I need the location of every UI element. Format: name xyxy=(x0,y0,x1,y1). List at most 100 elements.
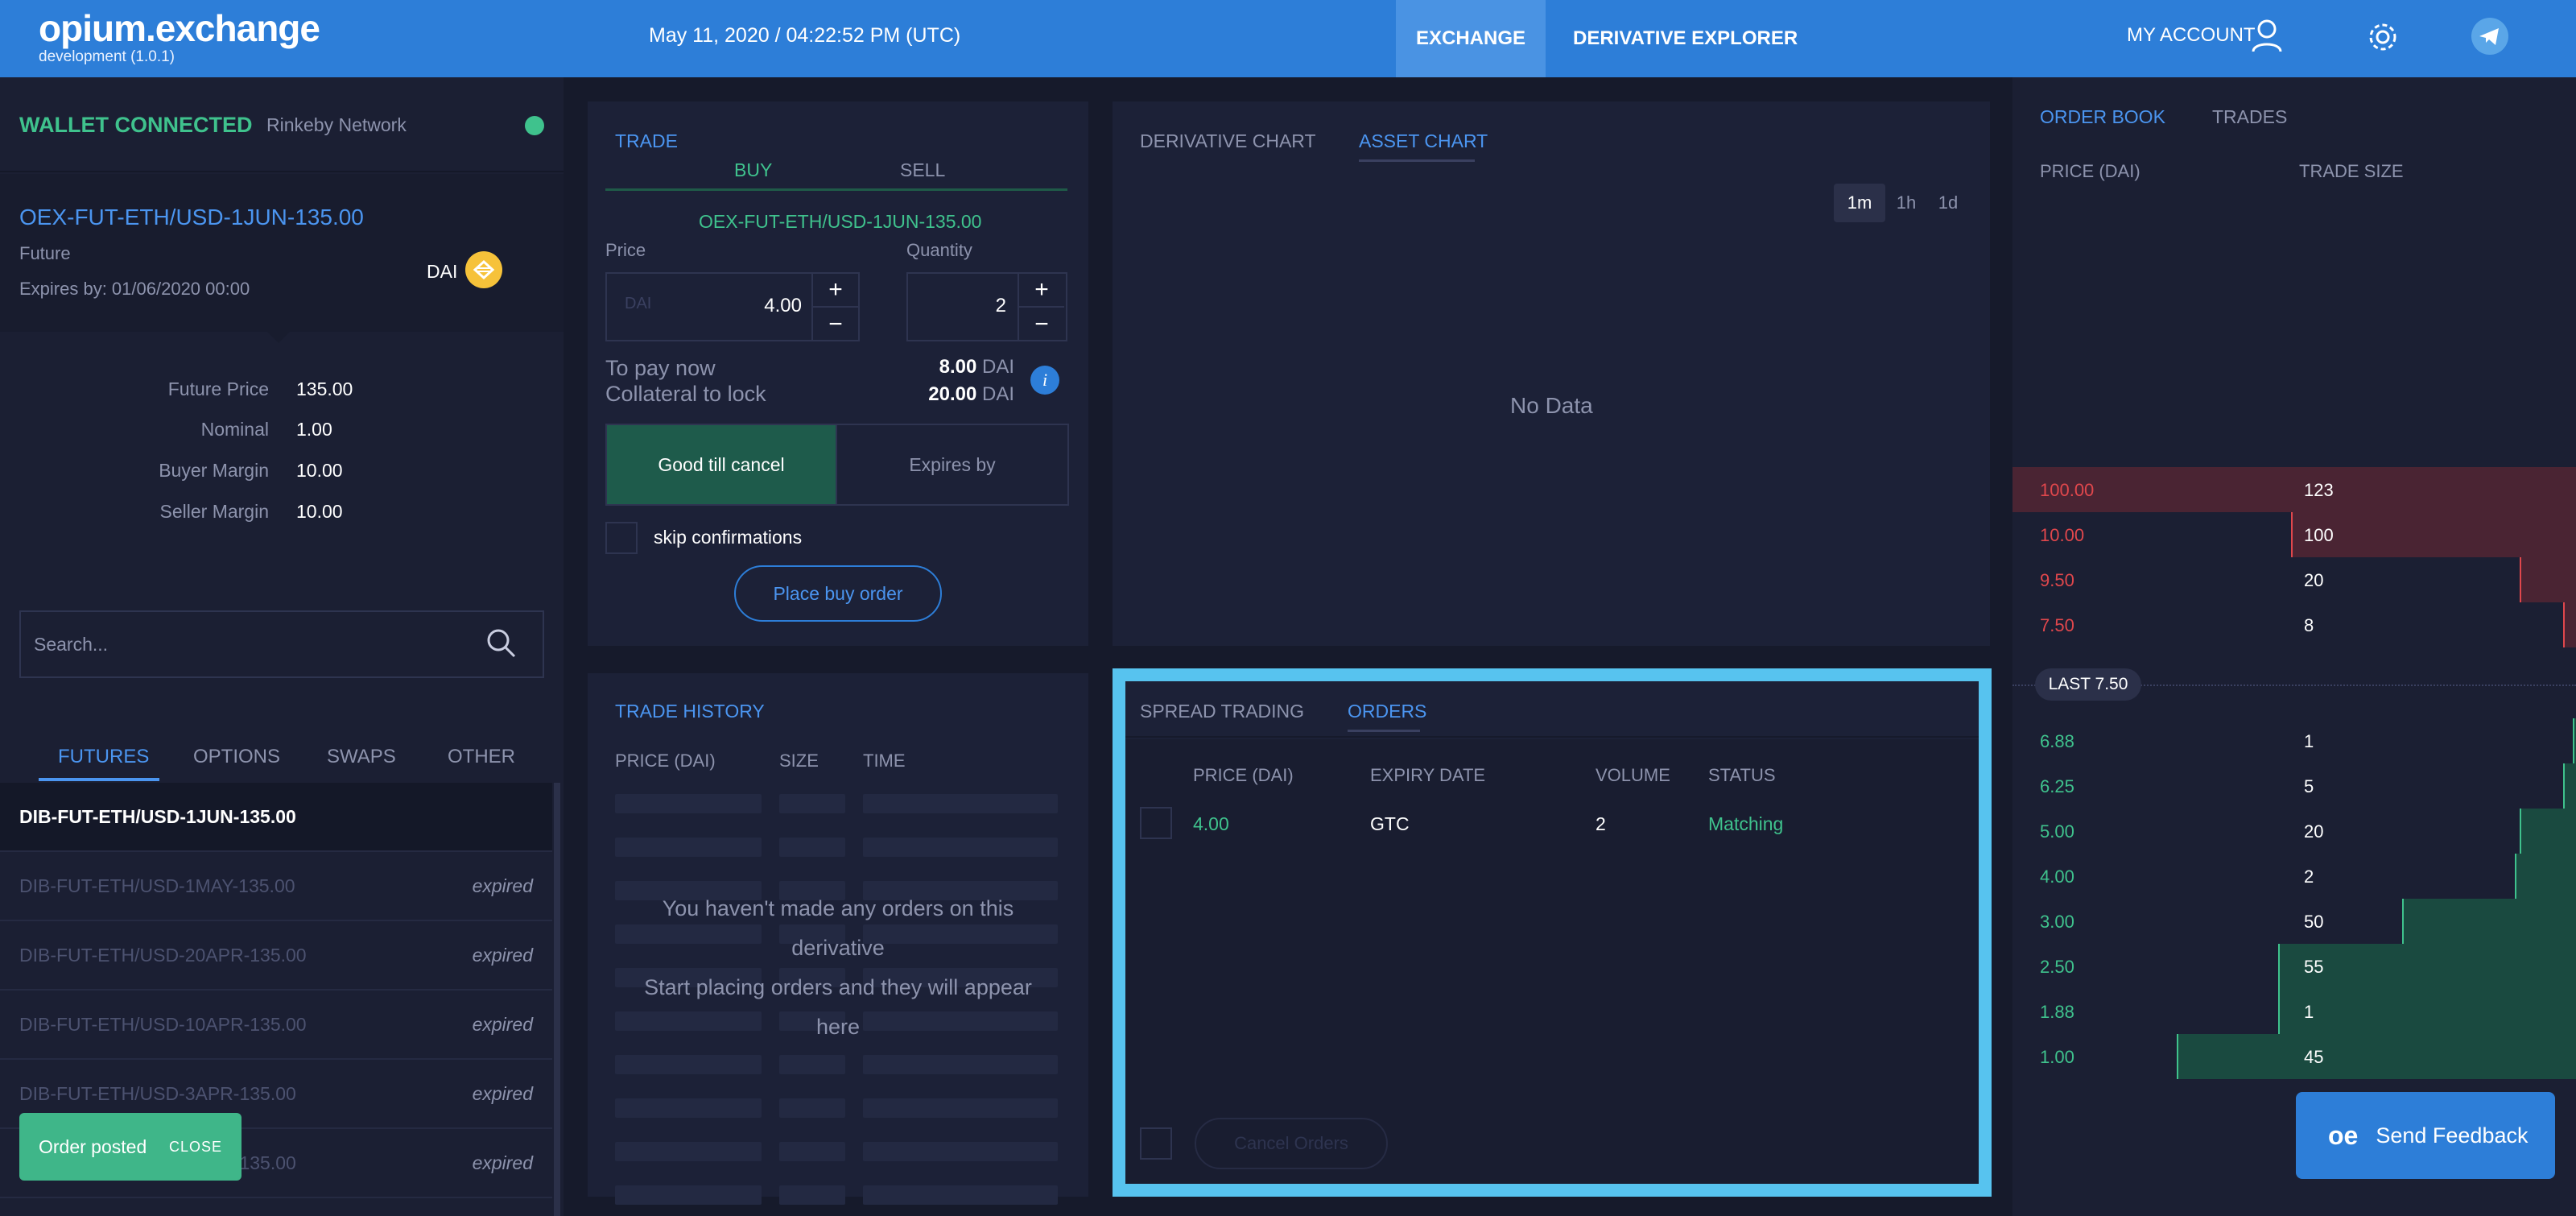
bid-row[interactable]: 1.88 1 xyxy=(2013,989,2576,1034)
last-price-badge: LAST 7.50 xyxy=(2035,668,2141,701)
tab-futures[interactable]: FUTURES xyxy=(58,746,149,768)
active-tab-indicator xyxy=(39,778,159,781)
ask-row[interactable]: 10.00 100 xyxy=(2013,512,2576,557)
buyer-margin-value: 10.00 xyxy=(296,460,343,481)
quantity-input[interactable] xyxy=(918,283,1006,329)
list-item[interactable]: DIB-FUT-ETH/USD-20APR-135.00 expired xyxy=(0,921,552,991)
ask-row[interactable]: 9.50 20 xyxy=(2013,557,2576,602)
history-skeleton-cell xyxy=(615,838,762,857)
bid-depth-bar xyxy=(2402,899,2576,944)
history-skeleton-cell xyxy=(615,794,762,813)
trade-derivative-name: OEX-FUT-ETH/USD-1JUN-135.00 xyxy=(699,211,982,232)
order-row-checkbox[interactable] xyxy=(1140,807,1172,839)
orders-col-volume: VOLUME xyxy=(1596,765,1670,785)
tab-buy[interactable]: BUY xyxy=(734,159,772,181)
quantity-decrement-button[interactable]: − xyxy=(1019,308,1064,341)
place-buy-order-button[interactable]: Place buy order xyxy=(734,565,942,622)
nav-derivative-explorer[interactable]: DERIVATIVE EXPLORER xyxy=(1573,0,1798,77)
tab-spread-trading[interactable]: SPREAD TRADING xyxy=(1140,701,1304,722)
dai-coin-icon xyxy=(465,251,502,288)
future-price-value: 135.00 xyxy=(296,378,353,399)
collateral-label: Collateral to lock xyxy=(605,382,766,406)
trade-tab-underline xyxy=(605,188,1067,191)
connection-status-dot xyxy=(525,116,544,135)
history-skeleton-cell xyxy=(779,1142,845,1161)
ask-depth-bar xyxy=(2291,512,2576,557)
list-scrollbar[interactable] xyxy=(554,783,560,1216)
tab-order-book[interactable]: ORDER BOOK xyxy=(2040,106,2165,128)
ask-row[interactable]: 100.00 123 xyxy=(2013,467,2576,512)
expires-by-button[interactable]: Expires by xyxy=(837,424,1069,506)
ask-row[interactable]: 7.50 8 xyxy=(2013,602,2576,647)
quantity-increment-button[interactable]: + xyxy=(1019,274,1064,308)
history-skeleton-cell xyxy=(615,1055,762,1074)
bid-row[interactable]: 5.00 20 xyxy=(2013,809,2576,854)
price-increment-button[interactable]: + xyxy=(813,274,858,308)
history-skeleton-cell xyxy=(779,1098,845,1118)
derivative-title[interactable]: OEX-FUT-ETH/USD-1JUN-135.00 xyxy=(19,205,364,230)
search-icon[interactable] xyxy=(485,627,517,659)
my-account-link[interactable]: MY ACCOUNT xyxy=(2127,24,2256,47)
history-skeleton-cell xyxy=(779,838,845,857)
toast-close-button[interactable]: CLOSE xyxy=(169,1139,222,1156)
bid-row[interactable]: 6.25 5 xyxy=(2013,763,2576,809)
ask-depth-bar xyxy=(2013,467,2576,512)
bid-row[interactable]: 3.00 50 xyxy=(2013,899,2576,944)
info-icon[interactable]: i xyxy=(1030,366,1059,395)
seller-margin-value: 10.00 xyxy=(296,501,343,522)
gear-icon[interactable] xyxy=(2367,21,2399,53)
currency-label: DAI xyxy=(427,261,458,282)
seller-margin-label: Seller Margin xyxy=(159,501,270,522)
toast-notification: Order posted CLOSE xyxy=(19,1113,242,1181)
select-all-checkbox[interactable] xyxy=(1140,1127,1172,1160)
tab-sell[interactable]: SELL xyxy=(900,159,945,181)
history-skeleton-cell xyxy=(863,794,1058,813)
bid-row[interactable]: 4.00 2 xyxy=(2013,854,2576,899)
tab-trades[interactable]: TRADES xyxy=(2212,106,2287,128)
history-skeleton-cell xyxy=(863,1185,1058,1205)
bid-row[interactable]: 2.50 55 xyxy=(2013,944,2576,989)
bid-row[interactable]: 6.88 1 xyxy=(2013,718,2576,763)
orders-col-status: STATUS xyxy=(1708,765,1776,785)
list-item[interactable]: DIB-FUT-ETH/USD-10APR-135.00 expired xyxy=(0,991,552,1060)
order-status: Matching xyxy=(1708,813,1784,834)
tab-asset-chart[interactable]: ASSET CHART xyxy=(1359,130,1488,152)
tab-orders[interactable]: ORDERS xyxy=(1348,701,1426,722)
price-input[interactable] xyxy=(620,283,802,329)
nominal-value: 1.00 xyxy=(296,419,332,440)
price-decrement-button[interactable]: − xyxy=(813,308,858,341)
nav-exchange[interactable]: EXCHANGE xyxy=(1396,0,1546,77)
history-skeleton-cell xyxy=(863,1055,1058,1074)
tab-options[interactable]: OPTIONS xyxy=(193,746,280,768)
tab-derivative-chart[interactable]: DERIVATIVE CHART xyxy=(1140,130,1316,152)
send-feedback-button[interactable]: oe Send Feedback xyxy=(2296,1092,2555,1179)
order-book-col-size: TRADE SIZE xyxy=(2299,161,2404,181)
derivative-type: Future xyxy=(19,243,71,263)
timeframe-1m[interactable]: 1m xyxy=(1834,184,1885,222)
telegram-icon[interactable] xyxy=(2471,18,2508,55)
card-pointer xyxy=(266,330,291,343)
tab-swaps[interactable]: SWAPS xyxy=(327,746,396,768)
send-feedback-label: Send Feedback xyxy=(2376,1123,2529,1148)
search-input[interactable] xyxy=(34,620,469,668)
price-stepper: + − xyxy=(813,272,860,341)
history-col-size: SIZE xyxy=(779,751,819,771)
user-icon[interactable] xyxy=(2251,18,2283,53)
good-till-cancel-button[interactable]: Good till cancel xyxy=(605,424,837,506)
history-skeleton-cell xyxy=(779,1185,845,1205)
history-skeleton-cell xyxy=(615,1185,762,1205)
logo[interactable]: opium.exchange xyxy=(39,6,320,50)
order-price: 4.00 xyxy=(1193,813,1229,834)
tab-other[interactable]: OTHER xyxy=(448,746,515,768)
orders-col-price: PRICE (DAI) xyxy=(1193,765,1294,785)
datetime: May 11, 2020 / 04:22:52 PM (UTC) xyxy=(649,24,961,47)
list-item[interactable]: DIB-FUT-ETH/USD-1MAY-135.00 expired xyxy=(0,852,552,921)
timeframe-1d[interactable]: 1d xyxy=(1930,184,1966,222)
timeframe-1h[interactable]: 1h xyxy=(1890,184,1922,222)
to-pay-label: To pay now xyxy=(605,356,716,380)
history-empty-message: You haven't made any orders on this deri… xyxy=(644,896,1032,1039)
list-item[interactable]: DIB-FUT-ETH/USD-1JUN-135.00 xyxy=(0,783,552,852)
cancel-orders-button[interactable]: Cancel Orders xyxy=(1195,1118,1388,1169)
bid-row[interactable]: 1.00 45 xyxy=(2013,1034,2576,1079)
skip-confirmations-checkbox[interactable] xyxy=(605,522,638,554)
